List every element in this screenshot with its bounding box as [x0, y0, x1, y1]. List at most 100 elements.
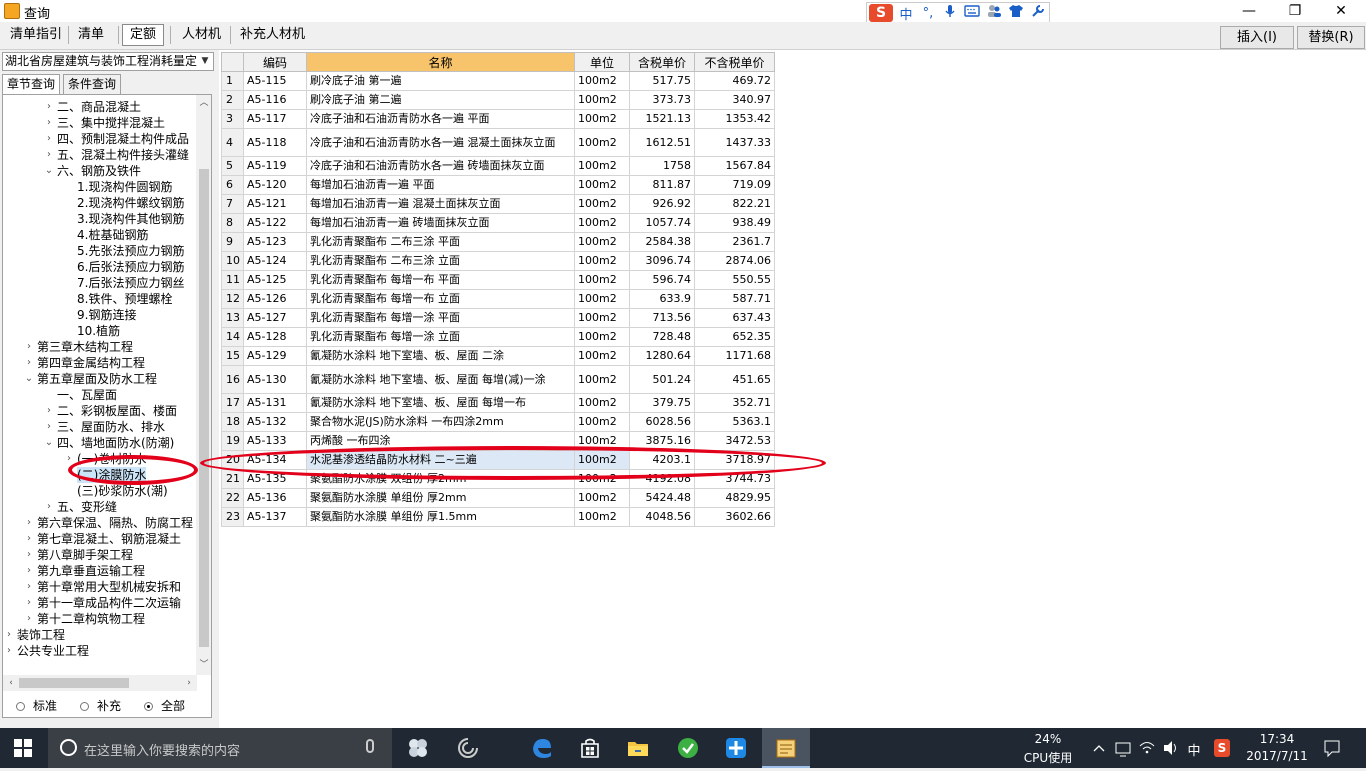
- tax-inclusive-price[interactable]: 596.74: [629, 270, 695, 290]
- quota-unit[interactable]: 100m2: [574, 327, 630, 347]
- col-header-code[interactable]: 编码: [243, 52, 307, 72]
- shirt-icon[interactable]: [1007, 4, 1025, 22]
- minimize-button[interactable]: —: [1226, 0, 1272, 22]
- table-row[interactable]: 14 A5-128 乳化沥青聚酯布 每增一涂 立面 100m2 728.48 652.35: [221, 327, 775, 347]
- table-row[interactable]: 13 A5-127 乳化沥青聚酯布 每增一涂 平面 100m2 713.56 637.43: [221, 308, 775, 328]
- mic-icon[interactable]: [366, 739, 374, 753]
- tax-exclusive-price[interactable]: 719.09: [694, 175, 775, 195]
- tab-bill[interactable]: 清单: [70, 24, 112, 46]
- quota-unit[interactable]: 100m2: [574, 469, 630, 489]
- quota-name[interactable]: 乳化沥青聚酯布 二布三涂 平面: [306, 232, 575, 252]
- row-number[interactable]: 22: [221, 488, 244, 508]
- table-row[interactable]: 18 A5-132 聚合物水泥(JS)防水涂料 一布四涂2mm 100m2 6028.5…: [221, 412, 775, 432]
- tax-exclusive-price[interactable]: 5363.1: [694, 412, 775, 432]
- col-header-unit[interactable]: 单位: [574, 52, 630, 72]
- table-row[interactable]: 3 A5-117 冷底子油和石油沥青防水各一遍 平面 100m2 1521.13 1353…: [221, 109, 775, 129]
- row-number[interactable]: 6: [221, 175, 244, 195]
- file-explorer-icon[interactable]: [626, 736, 650, 760]
- chevron-right-icon[interactable]: ›: [43, 99, 55, 115]
- quota-code[interactable]: A5-130: [243, 365, 307, 394]
- quota-name[interactable]: 聚合物水泥(JS)防水涂料 一布四涂2mm: [306, 412, 575, 432]
- chevron-right-icon[interactable]: ›: [23, 579, 35, 595]
- quota-name[interactable]: 每增加石油沥青一遍 混凝土面抹灰立面: [306, 194, 575, 214]
- table-row[interactable]: 9 A5-123 乳化沥青聚酯布 二布三涂 平面 100m2 2584.38 2361.7: [221, 232, 775, 252]
- chevron-down-icon[interactable]: ▼: [197, 53, 213, 70]
- quota-unit[interactable]: 100m2: [574, 194, 630, 214]
- quota-unit[interactable]: 100m2: [574, 232, 630, 252]
- taskbar-search[interactable]: 在这里输入你要搜索的内容: [48, 728, 392, 768]
- row-number[interactable]: 13: [221, 308, 244, 328]
- quota-code[interactable]: A5-127: [243, 308, 307, 328]
- quota-unit[interactable]: 100m2: [574, 251, 630, 271]
- volume-icon[interactable]: [1162, 728, 1182, 768]
- tax-exclusive-price[interactable]: 2361.7: [694, 232, 775, 252]
- tab-supplementary-lmm[interactable]: 补充人材机: [232, 24, 313, 46]
- close-button[interactable]: ✕: [1318, 0, 1364, 22]
- tax-exclusive-price[interactable]: 3472.53: [694, 431, 775, 451]
- tax-inclusive-price[interactable]: 1280.64: [629, 346, 695, 366]
- table-row[interactable]: 17 A5-131 氰凝防水涂料 地下室墙、板、屋面 每增一布 100m2 379.75…: [221, 393, 775, 413]
- quota-name[interactable]: 冷底子油和石油沥青防水各一遍 砖墙面抹灰立面: [306, 156, 575, 176]
- chevron-right-icon[interactable]: ›: [3, 643, 15, 659]
- quota-code[interactable]: A5-123: [243, 232, 307, 252]
- scroll-left-icon[interactable]: ‹: [3, 675, 19, 691]
- tab-labor-material-machine[interactable]: 人材机: [174, 24, 229, 46]
- quota-unit[interactable]: 100m2: [574, 507, 630, 527]
- tax-exclusive-price[interactable]: 1567.84: [694, 156, 775, 176]
- quota-unit[interactable]: 100m2: [574, 90, 630, 110]
- row-number[interactable]: 14: [221, 327, 244, 347]
- tax-inclusive-price[interactable]: 379.75: [629, 393, 695, 413]
- chevron-right-icon[interactable]: ›: [3, 627, 15, 643]
- tax-inclusive-price[interactable]: 3875.16: [629, 431, 695, 451]
- people-icon[interactable]: [985, 4, 1003, 22]
- scroll-up-icon[interactable]: ︿: [196, 95, 211, 111]
- scroll-right-icon[interactable]: ›: [181, 675, 197, 691]
- tax-inclusive-price[interactable]: 1758: [629, 156, 695, 176]
- ime-lang-indicator[interactable]: 中: [1186, 728, 1202, 768]
- chevron-right-icon[interactable]: ›: [23, 595, 35, 611]
- wifi-icon[interactable]: [1138, 728, 1158, 768]
- active-app-slot[interactable]: [762, 728, 810, 768]
- chevron-right-icon[interactable]: ›: [23, 531, 35, 547]
- quota-code[interactable]: A5-128: [243, 327, 307, 347]
- table-row[interactable]: 20 A5-134 水泥基渗透结晶防水材料 二~三遍 100m2 4203.1 3718.…: [221, 450, 775, 470]
- quota-code[interactable]: A5-124: [243, 251, 307, 271]
- tax-inclusive-price[interactable]: 4203.1: [629, 450, 695, 470]
- quota-name[interactable]: 聚氨酯防水涂膜 单组份 厚1.5mm: [306, 507, 575, 527]
- quota-unit[interactable]: 100m2: [574, 450, 630, 470]
- row-number[interactable]: 2: [221, 90, 244, 110]
- quota-code[interactable]: A5-125: [243, 270, 307, 290]
- row-number[interactable]: 19: [221, 431, 244, 451]
- tab-chapter-query[interactable]: 章节查询: [2, 74, 61, 94]
- tax-inclusive-price[interactable]: 2584.38: [629, 232, 695, 252]
- table-row[interactable]: 10 A5-124 乳化沥青聚酯布 二布三涂 立面 100m2 3096.74 2874.…: [221, 251, 775, 271]
- row-number[interactable]: 10: [221, 251, 244, 271]
- row-number[interactable]: 20: [221, 450, 244, 470]
- row-number[interactable]: 9: [221, 232, 244, 252]
- sogou-tray-icon[interactable]: S: [1212, 728, 1232, 768]
- chevron-right-icon[interactable]: ›: [23, 515, 35, 531]
- chevron-right-icon[interactable]: ›: [23, 563, 35, 579]
- tax-inclusive-price[interactable]: 517.75: [629, 71, 695, 91]
- row-number[interactable]: 23: [221, 507, 244, 527]
- tax-exclusive-price[interactable]: 3744.73: [694, 469, 775, 489]
- quota-unit[interactable]: 100m2: [574, 431, 630, 451]
- tax-exclusive-price[interactable]: 3718.97: [694, 450, 775, 470]
- mic-icon[interactable]: [941, 4, 959, 22]
- chevron-right-icon[interactable]: ›: [43, 147, 55, 163]
- quota-name[interactable]: 氰凝防水涂料 地下室墙、板、屋面 每增一布: [306, 393, 575, 413]
- col-header-pretax-price[interactable]: 不含税单价: [694, 52, 775, 72]
- chevron-right-icon[interactable]: ›: [23, 339, 35, 355]
- cortana-ring-icon[interactable]: [456, 736, 480, 760]
- tax-inclusive-price[interactable]: 4048.56: [629, 507, 695, 527]
- tax-exclusive-price[interactable]: 2874.06: [694, 251, 775, 271]
- row-number[interactable]: 15: [221, 346, 244, 366]
- quota-code[interactable]: A5-118: [243, 128, 307, 157]
- tax-exclusive-price[interactable]: 652.35: [694, 327, 775, 347]
- tax-exclusive-price[interactable]: 352.71: [694, 393, 775, 413]
- quota-name[interactable]: 每增加石油沥青一遍 平面: [306, 175, 575, 195]
- row-number[interactable]: 8: [221, 213, 244, 233]
- row-number[interactable]: 17: [221, 393, 244, 413]
- quota-code[interactable]: A5-137: [243, 507, 307, 527]
- table-row[interactable]: 23 A5-137 聚氨酯防水涂膜 单组份 厚1.5mm 100m2 4048.56 36…: [221, 507, 775, 527]
